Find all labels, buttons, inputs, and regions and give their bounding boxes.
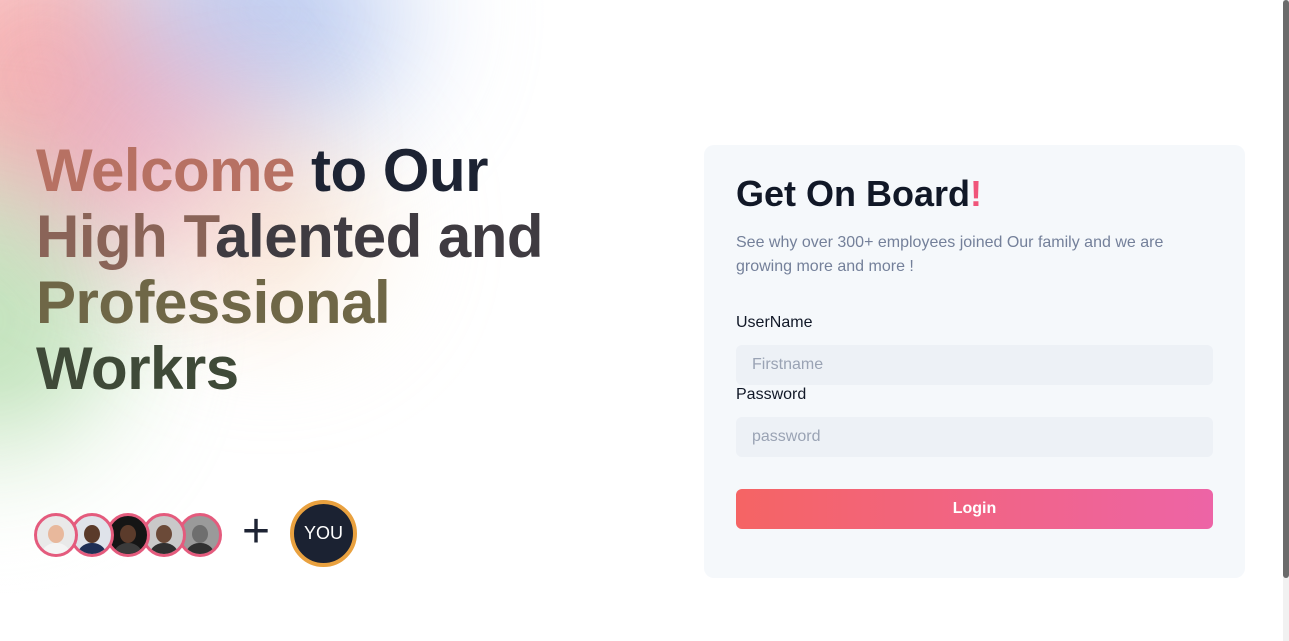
login-button[interactable]: Login bbox=[736, 489, 1213, 529]
avatar-body bbox=[113, 543, 143, 554]
page: Welcome to Our High Talented and Profess… bbox=[0, 0, 1289, 641]
avatar-body bbox=[185, 543, 215, 554]
hero-title: Welcome to Our High Talented and Profess… bbox=[36, 138, 596, 402]
avatar-head bbox=[192, 525, 208, 543]
card-title-text: Get On Board bbox=[736, 173, 971, 214]
you-badge: YOU bbox=[290, 500, 357, 567]
avatar-head bbox=[156, 525, 172, 543]
plus-icon: + bbox=[242, 505, 271, 558]
avatar-group bbox=[34, 509, 222, 561]
avatar-body bbox=[77, 543, 107, 554]
avatar-head bbox=[84, 525, 100, 543]
hero-line-1: Welcome to Our bbox=[36, 138, 596, 204]
hero-word: High T bbox=[36, 203, 216, 270]
password-input[interactable] bbox=[736, 417, 1213, 457]
avatar-head bbox=[48, 525, 64, 543]
username-label: UserName bbox=[736, 314, 813, 331]
hero-line-4: Workrs bbox=[36, 335, 239, 402]
hero-line-3: Professional bbox=[36, 269, 391, 336]
scrollbar-thumb[interactable] bbox=[1283, 0, 1289, 578]
card-subtitle: See why over 300+ employees joined Our f… bbox=[736, 234, 1164, 275]
avatar-1 bbox=[34, 513, 78, 557]
card-title: Get On Board! bbox=[736, 173, 982, 215]
card-title-mark: ! bbox=[970, 173, 983, 214]
hero-line-2: High Talented and bbox=[36, 204, 596, 270]
avatar-head bbox=[120, 525, 136, 543]
password-label: Password bbox=[736, 386, 807, 403]
hero-word: to Our bbox=[294, 137, 488, 204]
hero-word: alented and bbox=[215, 203, 544, 270]
login-card: Get On Board! See why over 300+ employee… bbox=[704, 145, 1245, 578]
hero-word: Welcome bbox=[36, 137, 295, 204]
avatar-body bbox=[149, 543, 179, 554]
avatar-body bbox=[41, 543, 71, 554]
scrollbar[interactable] bbox=[1283, 0, 1289, 641]
username-input[interactable] bbox=[736, 345, 1213, 385]
